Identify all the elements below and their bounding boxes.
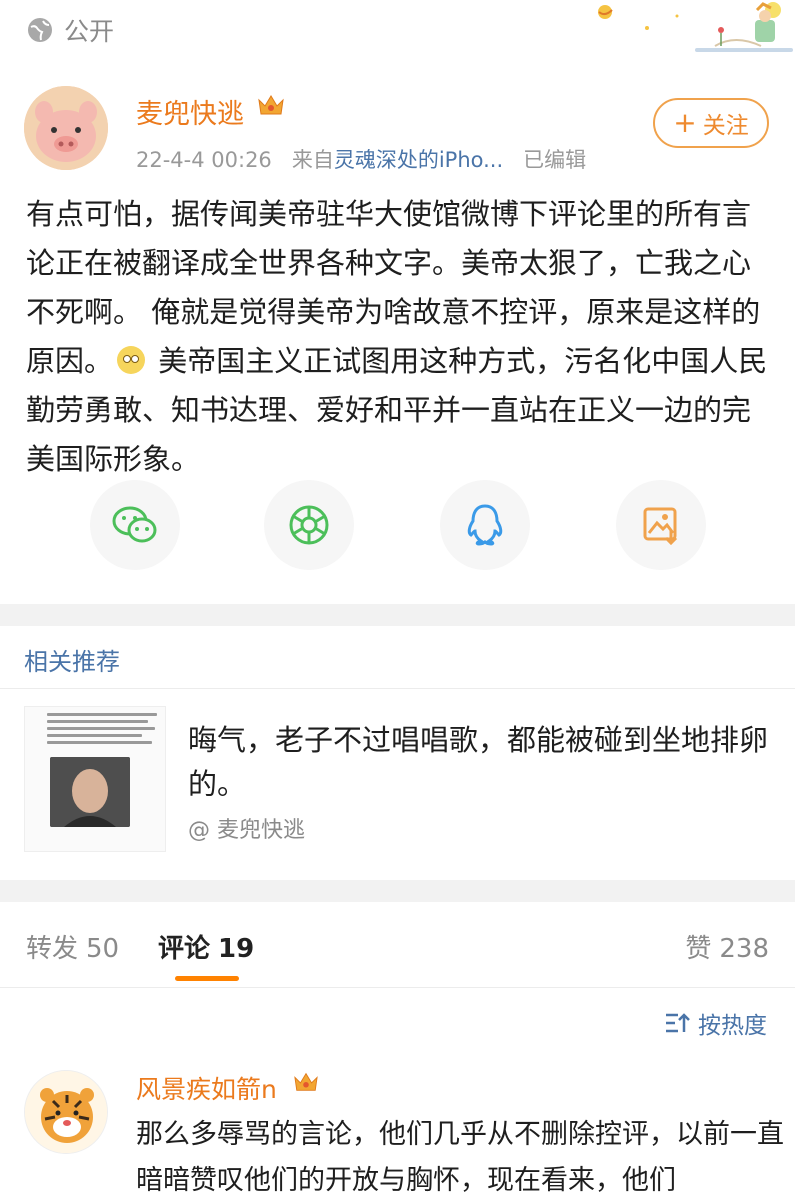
post-meta: 22-4-4 00:26 来自灵魂深处的iPho... 已编辑 — [136, 144, 586, 174]
related-title: 相关推荐 — [24, 648, 120, 676]
post-text: 有点可怕，据传闻美帝驻华大使馆微博下评论里的所有言论正在被翻译成全世界各种文字。… — [26, 190, 771, 484]
comment-author[interactable]: 风景疾如箭n — [136, 1070, 277, 1106]
share-moments-button[interactable] — [264, 480, 354, 570]
divider-line — [0, 987, 795, 988]
comment-text[interactable]: 那么多辱骂的言论，他们几乎从不删除控评，以前一直暗暗赞叹他们的开放与胸怀，现在看… — [136, 1112, 786, 1200]
tiger-avatar-icon — [25, 1071, 107, 1153]
tab-like-count: 238 — [719, 934, 769, 964]
moments-icon — [289, 505, 329, 545]
wechat-icon — [112, 506, 157, 543]
divider-line — [0, 688, 795, 689]
post-source-prefix: 来自 — [291, 148, 334, 172]
sort-label: 按热度 — [698, 1013, 767, 1039]
tab-repost-label: 转发 — [26, 934, 79, 964]
thumbnail-photo — [50, 757, 130, 827]
share-qq-button[interactable] — [440, 480, 530, 570]
author-name[interactable]: 麦兜快逃 — [136, 92, 244, 131]
tab-repost[interactable]: 转发 50 — [26, 928, 119, 965]
eye-roll-emoji-icon — [117, 346, 146, 374]
active-tab-indicator — [175, 976, 239, 981]
tab-comment[interactable]: 评论 19 — [158, 928, 254, 965]
follow-label: 关注 — [702, 113, 749, 139]
follow-button[interactable]: + 关注 — [653, 98, 769, 148]
post-edited-label[interactable]: 已编辑 — [523, 148, 586, 172]
tab-comment-count: 19 — [218, 934, 255, 964]
avatar[interactable] — [24, 86, 108, 170]
sort-toggle[interactable]: 按热度 — [664, 1006, 767, 1040]
decoration-illustration — [598, 2, 793, 52]
section-divider — [0, 604, 795, 626]
tab-like[interactable]: 赞 238 — [685, 928, 769, 965]
related-section: 相关推荐 晦气，老子不过唱唱歌，都能被碰到坐地排卵的。 @ 麦兜快逃 — [0, 626, 795, 880]
related-thumbnail[interactable] — [24, 706, 166, 852]
tab-repost-count: 50 — [86, 934, 120, 964]
qq-icon — [467, 504, 503, 546]
sort-icon — [666, 1013, 690, 1033]
post-source-device[interactable]: 灵魂深处的iPho... — [334, 148, 503, 172]
section-divider — [0, 880, 795, 902]
globe-icon — [28, 18, 52, 42]
pig-avatar-icon — [24, 86, 108, 170]
save-image-icon — [643, 507, 678, 545]
save-image-button[interactable] — [616, 480, 706, 570]
post-card: 麦兜快逃 22-4-4 00:26 来自灵魂深处的iPho... 已编辑 + 关… — [0, 62, 795, 602]
post-timestamp: 22-4-4 00:26 — [136, 148, 272, 172]
thumbnail-text-lines — [47, 713, 157, 748]
share-wechat-button[interactable] — [90, 480, 180, 570]
related-text[interactable]: 晦气，老子不过唱唱歌，都能被碰到坐地排卵的。 — [188, 718, 768, 806]
tab-comment-label: 评论 — [158, 934, 211, 964]
vip-crown-icon — [294, 1072, 318, 1091]
interaction-tabs: 转发 50 评论 19 赞 238 — [0, 902, 795, 988]
top-bar: 公开 — [0, 0, 795, 62]
plus-icon: + — [673, 106, 697, 139]
visibility-setting[interactable]: 公开 — [26, 12, 114, 48]
visibility-label: 公开 — [64, 17, 115, 46]
related-source[interactable]: @ 麦兜快逃 — [188, 812, 305, 844]
comment-avatar[interactable] — [24, 1070, 108, 1154]
share-row — [0, 480, 795, 580]
tab-like-label: 赞 — [685, 934, 712, 964]
vip-crown-icon — [258, 95, 284, 115]
